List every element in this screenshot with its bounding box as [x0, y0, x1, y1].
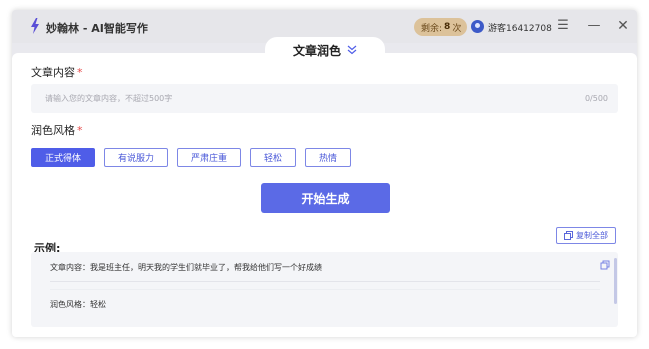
example-divider: [50, 281, 600, 282]
quota-label: 剩余:: [421, 23, 443, 34]
app-window: 妙翰林 - AI智能写作 剩余: 8 次 游客16412708 ☰ — ✕ 文章…: [12, 10, 637, 337]
style-option-persuasive[interactable]: 有说服力: [104, 148, 168, 167]
content-input[interactable]: [31, 84, 571, 113]
main-panel: 文章内容* 0/500 润色风格* 正式得体 有说服力 严肃庄重 轻松 热情 开…: [12, 53, 637, 337]
style-required-mark: *: [77, 124, 83, 137]
username[interactable]: 游客16412708: [488, 21, 552, 34]
example-copy-icon[interactable]: [600, 260, 610, 270]
quota-value: 8: [444, 22, 451, 32]
example-scrollbar[interactable]: [614, 258, 617, 304]
style-option-formal[interactable]: 正式得体: [31, 148, 95, 167]
minimize-icon[interactable]: —: [584, 16, 604, 36]
double-chevron-down-icon[interactable]: [347, 45, 357, 55]
close-icon[interactable]: ✕: [613, 16, 633, 36]
style-label: 润色风格 *: [31, 122, 83, 138]
tab-label: 文章润色: [292, 43, 341, 58]
app-logo-icon: [31, 18, 39, 34]
generate-button[interactable]: 开始生成: [261, 183, 390, 213]
content-required-mark: *: [77, 66, 83, 79]
style-option-serious[interactable]: 严肃庄重: [177, 148, 241, 167]
example-style-line: 润色风格：轻松: [50, 300, 106, 309]
quota-unit: 次: [452, 23, 462, 34]
copy-all-button[interactable]: 复制全部: [556, 227, 616, 244]
content-label: 文章内容 *: [31, 64, 83, 80]
avatar[interactable]: [471, 20, 484, 33]
copy-icon: [564, 231, 573, 240]
app-title: 妙翰林 - AI智能写作: [46, 22, 148, 35]
style-option-enthusiastic[interactable]: 热情: [305, 148, 351, 167]
menu-icon[interactable]: ☰: [553, 16, 573, 36]
style-label-text: 润色风格: [31, 124, 75, 137]
content-box: 0/500: [31, 84, 618, 113]
copy-all-label: 复制全部: [576, 231, 608, 240]
content-label-text: 文章内容: [31, 66, 75, 79]
example-divider-secondary: [50, 289, 600, 290]
quota-badge[interactable]: 剩余: 8 次: [414, 18, 468, 36]
char-counter: 0/500: [584, 94, 608, 103]
example-content-line: 文章内容：我是班主任，明天我的学生们就毕业了，帮我给他们写一个好成绩: [50, 263, 322, 272]
example-box: 文章内容：我是班主任，明天我的学生们就毕业了，帮我给他们写一个好成绩 润色风格：…: [31, 252, 618, 327]
tab-article-polish[interactable]: 文章润色: [265, 37, 385, 63]
style-option-relaxed[interactable]: 轻松: [250, 148, 296, 167]
